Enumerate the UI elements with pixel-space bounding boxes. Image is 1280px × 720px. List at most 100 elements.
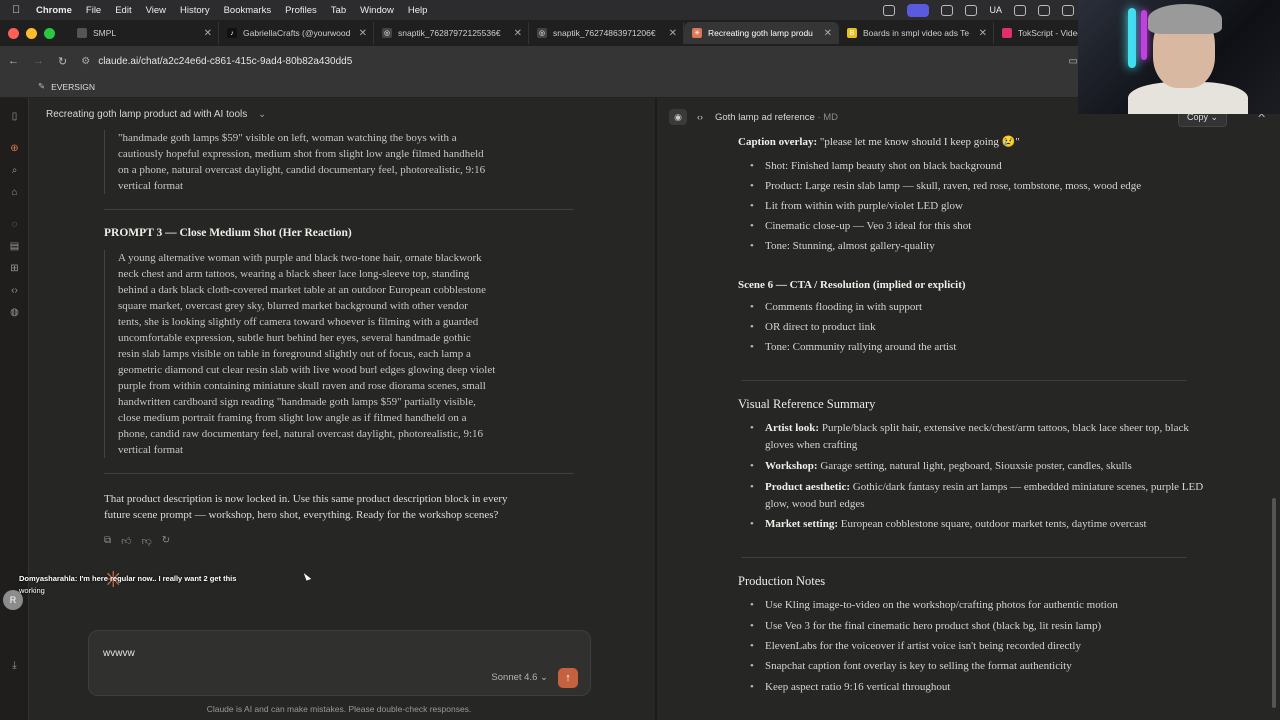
list-item: Use Veo 3 for the final cinematic hero p… [750,618,1205,635]
menu-bookmarks[interactable]: Bookmarks [224,5,272,16]
menu-app-name[interactable]: Chrome [36,5,72,16]
production-notes-heading: Production Notes [738,574,826,588]
menu-help[interactable]: Help [408,5,428,16]
chevron-down-icon: ⌄ [540,672,548,683]
chat-title[interactable]: Recreating goth lamp product ad with AI … [46,109,266,120]
close-tab-icon[interactable]: ✕ [824,28,832,39]
claude-icon: ✳ [692,28,702,38]
camera-icon[interactable] [941,4,954,16]
artifact-format: MD [823,112,839,123]
maximize-window-button[interactable] [44,27,55,39]
bookmark-eversign[interactable]: ✎ EVERSIGN [38,81,95,92]
tab-snaptik-1[interactable]: ◎ snaptik_76287972125536€ ✕ [374,22,529,44]
menu-tab[interactable]: Tab [331,5,346,16]
download-icon[interactable]: ⤓ [8,660,21,672]
control-center-icon[interactable] [1014,4,1026,16]
code-view-icon[interactable]: ‹› [691,109,709,125]
code-icon[interactable]: ‹› [8,285,21,297]
copy-icon[interactable]: ⧉ [104,535,111,547]
status-icon[interactable] [883,4,896,16]
battery-icon[interactable] [1038,4,1050,16]
tab-snaptik-2[interactable]: ◎ snaptik_76274863971206€ ✕ [529,22,684,44]
tab-claude-active[interactable]: ✳ Recreating goth lamp produ ✕ [684,22,839,44]
arrow-up-icon: ↑ [565,672,571,684]
recents-icon[interactable]: ◍ [8,307,21,319]
reload-icon[interactable]: ↻ [58,55,67,68]
apple-icon[interactable]:  [12,4,26,16]
message-composer[interactable]: wvwvw Sonnet 4.6 ⌄ ↑ [88,630,591,696]
keyboard-layout-indicator[interactable]: UA [989,5,1002,15]
wifi-icon[interactable] [965,4,978,16]
menu-profiles[interactable]: Profiles [285,5,317,16]
tab-smpl[interactable]: SMPL ✕ [69,22,219,44]
list-item: Tone: Community rallying around the arti… [750,339,1205,356]
search-icon[interactable]: ⌕ [8,165,21,177]
menu-file[interactable]: File [86,5,101,16]
retry-icon[interactable]: ↻ [162,535,170,547]
section-divider [741,557,1187,558]
stream-chat-overlay: Domyasharahla: I'm here regular now.. I … [19,574,237,583]
close-tab-icon[interactable]: ✕ [979,28,987,39]
close-window-button[interactable] [8,27,19,39]
extensions-icon[interactable]: ▭ [1069,56,1078,67]
tab-tokscript[interactable]: TokScript - Video [994,22,1089,44]
projects-icon[interactable]: ▤ [8,241,21,253]
close-tab-icon[interactable]: ✕ [514,28,522,39]
chevron-down-icon[interactable]: ⌄ [258,109,266,120]
url-field[interactable]: ⚙ claude.ai/chat/a2c24e6d-c861-415c-9ad4… [81,56,352,67]
composer-input[interactable]: wvwvw [103,648,135,659]
item-label: Market setting: [765,518,839,530]
close-tab-icon[interactable]: ✕ [204,28,212,39]
menu-window[interactable]: Window [360,5,394,16]
customize-icon[interactable]: ⌂ [8,187,21,199]
tab-boards[interactable]: B Boards in smpl video ads Te ✕ [839,22,994,44]
forward-icon[interactable]: → [33,55,44,68]
globe-icon: ◎ [382,28,392,38]
mouse-cursor-icon [303,571,312,581]
list-item: Comments flooding in with support [750,299,1205,316]
item-text: Garage setting, natural light, pegboard,… [820,460,1132,472]
new-chat-icon[interactable]: ⊕ [8,143,21,155]
quote-line: uncomfortable expression, subtle hurt be… [118,332,471,344]
caption-overlay-line: Caption overlay: "please let me know sho… [738,134,1020,150]
sidebar-toggle-icon[interactable]: ▯ [8,111,21,123]
list-item: Shot: Finished lamp beauty shot on black… [750,158,1205,175]
quote-line: purple from within containing miniature … [118,380,486,392]
thumbs-down-icon[interactable]: 👎︎ [142,535,152,547]
artifacts-icon[interactable]: ⊞ [8,263,21,275]
item-label: Artist look: [765,422,820,434]
bookmark-label: EVERSIGN [51,81,96,92]
list-item: Tone: Stunning, almost gallery-quality [750,238,1205,255]
back-icon[interactable]: ← [8,55,19,68]
tab-label: Recreating goth lamp produ [708,28,813,38]
minimize-window-button[interactable] [26,27,37,39]
list-item: Keep aspect ratio 9:16 vertical througho… [750,679,1205,696]
item-label: Product aesthetic: [765,481,851,493]
chats-icon[interactable]: ◌ [8,219,21,231]
thumbs-up-icon[interactable]: 👍︎ [121,535,131,547]
tokscript-icon [1002,28,1012,38]
close-tab-icon[interactable]: ✕ [669,28,677,39]
menu-history[interactable]: History [180,5,210,16]
list-item: ElevenLabs for the voiceover if artist v… [750,638,1205,655]
quote-line: tents, she is looking slightly off camer… [118,316,479,328]
view-toggle: ◉ ‹› [669,109,709,125]
model-label: Sonnet 4.6 [491,672,538,683]
tab-tiktok-gabriellacrafts[interactable]: ♪ GabriellaCrafts (@yourwood ✕ [219,22,374,44]
recording-icon[interactable] [907,3,930,17]
visual-reference-heading: Visual Reference Summary [738,397,876,411]
clock-icon[interactable] [1062,4,1074,16]
avatar[interactable]: R [3,590,23,610]
scrollbar[interactable] [1272,498,1276,708]
list-item: Snapchat caption font overlay is key to … [750,658,1205,675]
send-button[interactable]: ↑ [558,668,578,688]
scene-6-heading: Scene 6 — CTA / Resolution (implied or e… [738,277,966,293]
preview-eye-icon[interactable]: ◉ [669,109,687,125]
close-tab-icon[interactable]: ✕ [359,28,367,39]
menu-edit[interactable]: Edit [115,5,131,16]
menu-view[interactable]: View [146,5,166,16]
model-selector[interactable]: Sonnet 4.6 ⌄ [491,672,548,683]
list-item: Artist look: Purple/black split hair, ex… [750,420,1205,454]
site-settings-icon[interactable]: ⚙ [81,56,90,67]
message-actions: ⧉ 👍︎ 👎︎ ↻ [104,535,170,547]
